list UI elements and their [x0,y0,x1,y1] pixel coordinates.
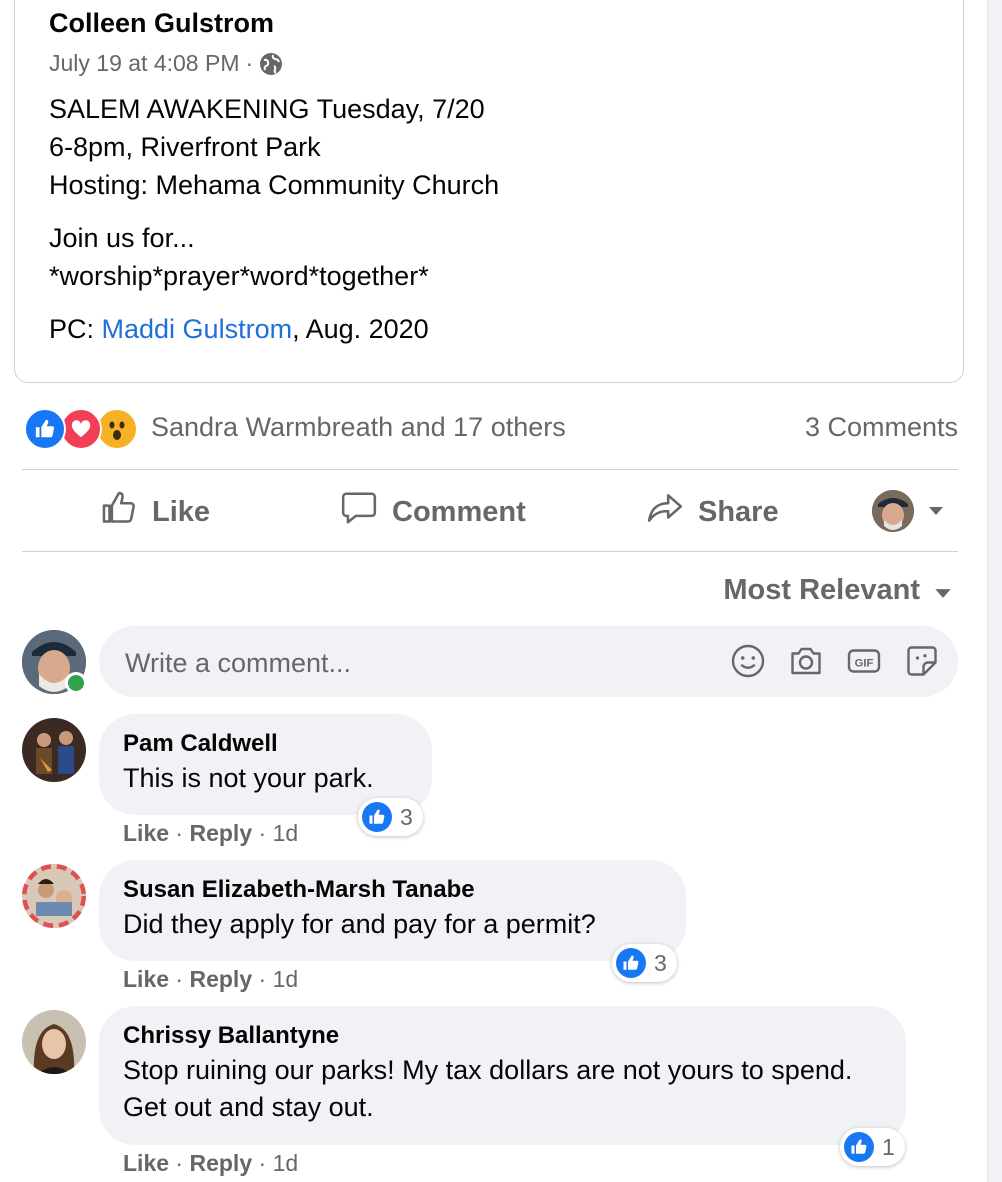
photo-credit-prefix: PC: [49,314,102,344]
shared-post-card[interactable]: Colleen Gulstrom July 19 at 4:08 PM · SA… [14,0,964,383]
comment-reaction-badge[interactable]: 1 [840,1128,905,1166]
comment-bubble-icon [340,489,378,535]
photo-credit-suffix: , Aug. 2020 [292,314,429,344]
post-line: *worship*prayer*word*together* [49,261,429,291]
reaction-icons[interactable] [24,408,139,450]
comment-button[interactable]: Comment [340,472,526,552]
post-paragraph: SALEM AWAKENING Tuesday, 7/20 6-8pm, Riv… [49,90,499,204]
gif-label: GIF [855,657,874,669]
reaction-count: 1 [882,1133,895,1160]
thumbs-up-icon [100,489,138,535]
share-arrow-icon [646,489,684,535]
avatar[interactable] [22,718,86,782]
like-button[interactable]: Like [100,472,210,552]
sticker-icon[interactable] [904,643,940,679]
comment-author[interactable]: Pam Caldwell [123,728,408,760]
camera-icon[interactable] [788,643,824,679]
reaction-count: 3 [400,803,413,830]
comment-text: Did they apply for and pay for a permit? [123,909,596,939]
comment-button-label: Comment [392,495,526,528]
post-paragraph: PC: Maddi Gulstrom, Aug. 2020 [49,310,499,348]
online-status-indicator [65,672,87,694]
like-icon [616,948,646,978]
comment-text: Stop ruining our parks! My tax dollars a… [123,1055,853,1122]
shared-post-meta: July 19 at 4:08 PM · [49,50,283,77]
comment-actions: Like · Reply · 1d [123,966,299,992]
shared-post-author[interactable]: Colleen Gulstrom [49,8,274,39]
post-line: Join us for... [49,223,195,253]
post-paragraph: Join us for... *worship*prayer*word*toge… [49,219,499,295]
share-button-label: Share [698,495,779,528]
globe-icon[interactable] [259,52,283,76]
chevron-down-icon [934,574,952,607]
comment-actions: Like · Reply · 1d [123,820,299,846]
comment-reply-link[interactable]: Reply [189,966,252,992]
avatar[interactable] [22,1010,86,1074]
post-timestamp[interactable]: July 19 at 4:08 PM [49,50,240,77]
post-line: 6-8pm, Riverfront Park [49,132,321,162]
like-icon [362,802,392,832]
sort-label: Most Relevant [723,574,920,606]
meta-separator: · [245,50,254,76]
comment-like-link[interactable]: Like [123,966,169,992]
facebook-post-page: Colleen Gulstrom July 19 at 4:08 PM · SA… [0,0,1002,1182]
comment-time[interactable]: 1d [273,1150,299,1176]
wow-icon [96,408,138,450]
comment-composer[interactable]: GIF [99,626,958,697]
comment-time[interactable]: 1d [273,820,299,846]
avatar[interactable] [22,864,86,928]
chevron-down-icon [928,506,944,516]
comment-bubble: Susan Elizabeth-Marsh Tanabe Did they ap… [99,860,686,961]
scrollbar[interactable] [987,0,1002,1182]
emoji-icon[interactable] [730,643,766,679]
reaction-summary-text[interactable]: Sandra Warmbreath and 17 others [151,412,566,443]
comment-text: This is not your park. [123,763,374,793]
comment-reply-link[interactable]: Reply [189,1150,252,1176]
reactions-summary: Sandra Warmbreath and 17 others 3 Commen… [24,406,958,452]
gif-icon[interactable]: GIF [846,643,882,679]
comment-like-link[interactable]: Like [123,820,169,846]
comment-bubble: Chrissy Ballantyne Stop ruining our park… [99,1006,906,1145]
share-button[interactable]: Share [646,472,779,552]
photo-credit-link[interactable]: Maddi Gulstrom [102,314,293,344]
comment-reply-link[interactable]: Reply [189,820,252,846]
reaction-count: 3 [654,949,667,976]
love-icon [60,408,102,450]
composer-tools: GIF [730,643,940,679]
like-icon [24,408,66,450]
action-bar: Like Comment Share [22,472,958,552]
comment-time[interactable]: 1d [273,966,299,992]
comment-author[interactable]: Susan Elizabeth-Marsh Tanabe [123,874,662,906]
post-line: Hosting: Mehama Community Church [49,170,500,200]
comments-count[interactable]: 3 Comments [805,412,958,443]
shared-post-body: SALEM AWAKENING Tuesday, 7/20 6-8pm, Riv… [49,90,499,363]
comment-reaction-badge[interactable]: 3 [358,798,423,836]
divider [22,469,958,470]
like-icon [844,1132,874,1162]
like-button-label: Like [152,495,211,528]
comment-reaction-badge[interactable]: 3 [612,944,677,982]
avatar [872,490,914,532]
comment-like-link[interactable]: Like [123,1150,169,1176]
comment-sort-dropdown[interactable]: Most Relevant [723,574,952,607]
comment-input[interactable] [123,642,687,684]
comment-actions: Like · Reply · 1d [123,1150,299,1176]
post-as-selector[interactable] [872,490,944,532]
divider [22,551,958,552]
comment-author[interactable]: Chrissy Ballantyne [123,1020,882,1052]
post-line: SALEM AWAKENING Tuesday, 7/20 [49,94,485,124]
